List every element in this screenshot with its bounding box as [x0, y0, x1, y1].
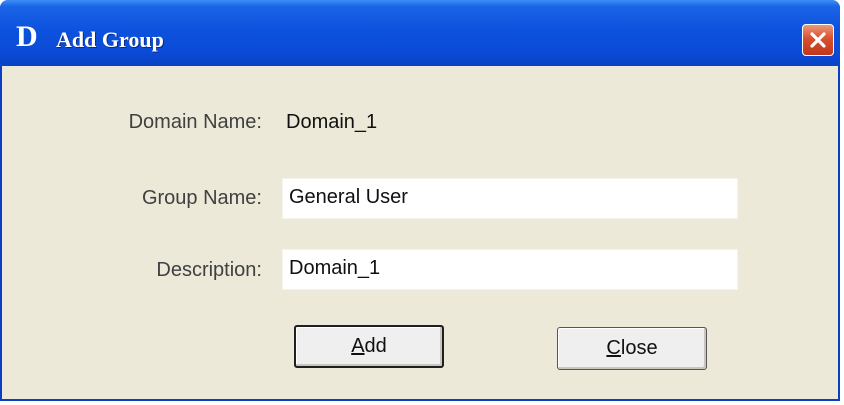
group-name-value: General User	[289, 186, 408, 208]
close-button-label: lose	[620, 337, 658, 359]
group-name-label: Group Name:	[141, 187, 262, 209]
add-button-label: dd	[364, 335, 387, 357]
description-label: Description:	[156, 259, 262, 281]
add-button-mnemonic: A	[351, 335, 365, 357]
add-group-dialog: D Add Group Domain Name: Domain_1 Group …	[0, 0, 840, 401]
close-button[interactable]: Close	[557, 327, 707, 370]
close-icon	[810, 32, 826, 48]
description-value: Domain_1	[289, 257, 381, 279]
add-button[interactable]: Add	[294, 325, 444, 368]
window-title: Add Group	[56, 27, 164, 52]
dialog-body: Domain Name: Domain_1 Group Name: Genera…	[2, 66, 838, 399]
description-field[interactable]: Domain_1	[282, 249, 738, 290]
group-name-field[interactable]: General User	[282, 178, 738, 219]
window-close-button[interactable]	[802, 24, 834, 56]
domain-name-label: Domain Name:	[128, 111, 262, 133]
dlink-logo-icon: D	[16, 20, 38, 53]
title-bar[interactable]: D Add Group	[0, 0, 840, 66]
domain-name-value: Domain_1	[286, 111, 378, 133]
close-button-mnemonic: C	[606, 337, 621, 359]
